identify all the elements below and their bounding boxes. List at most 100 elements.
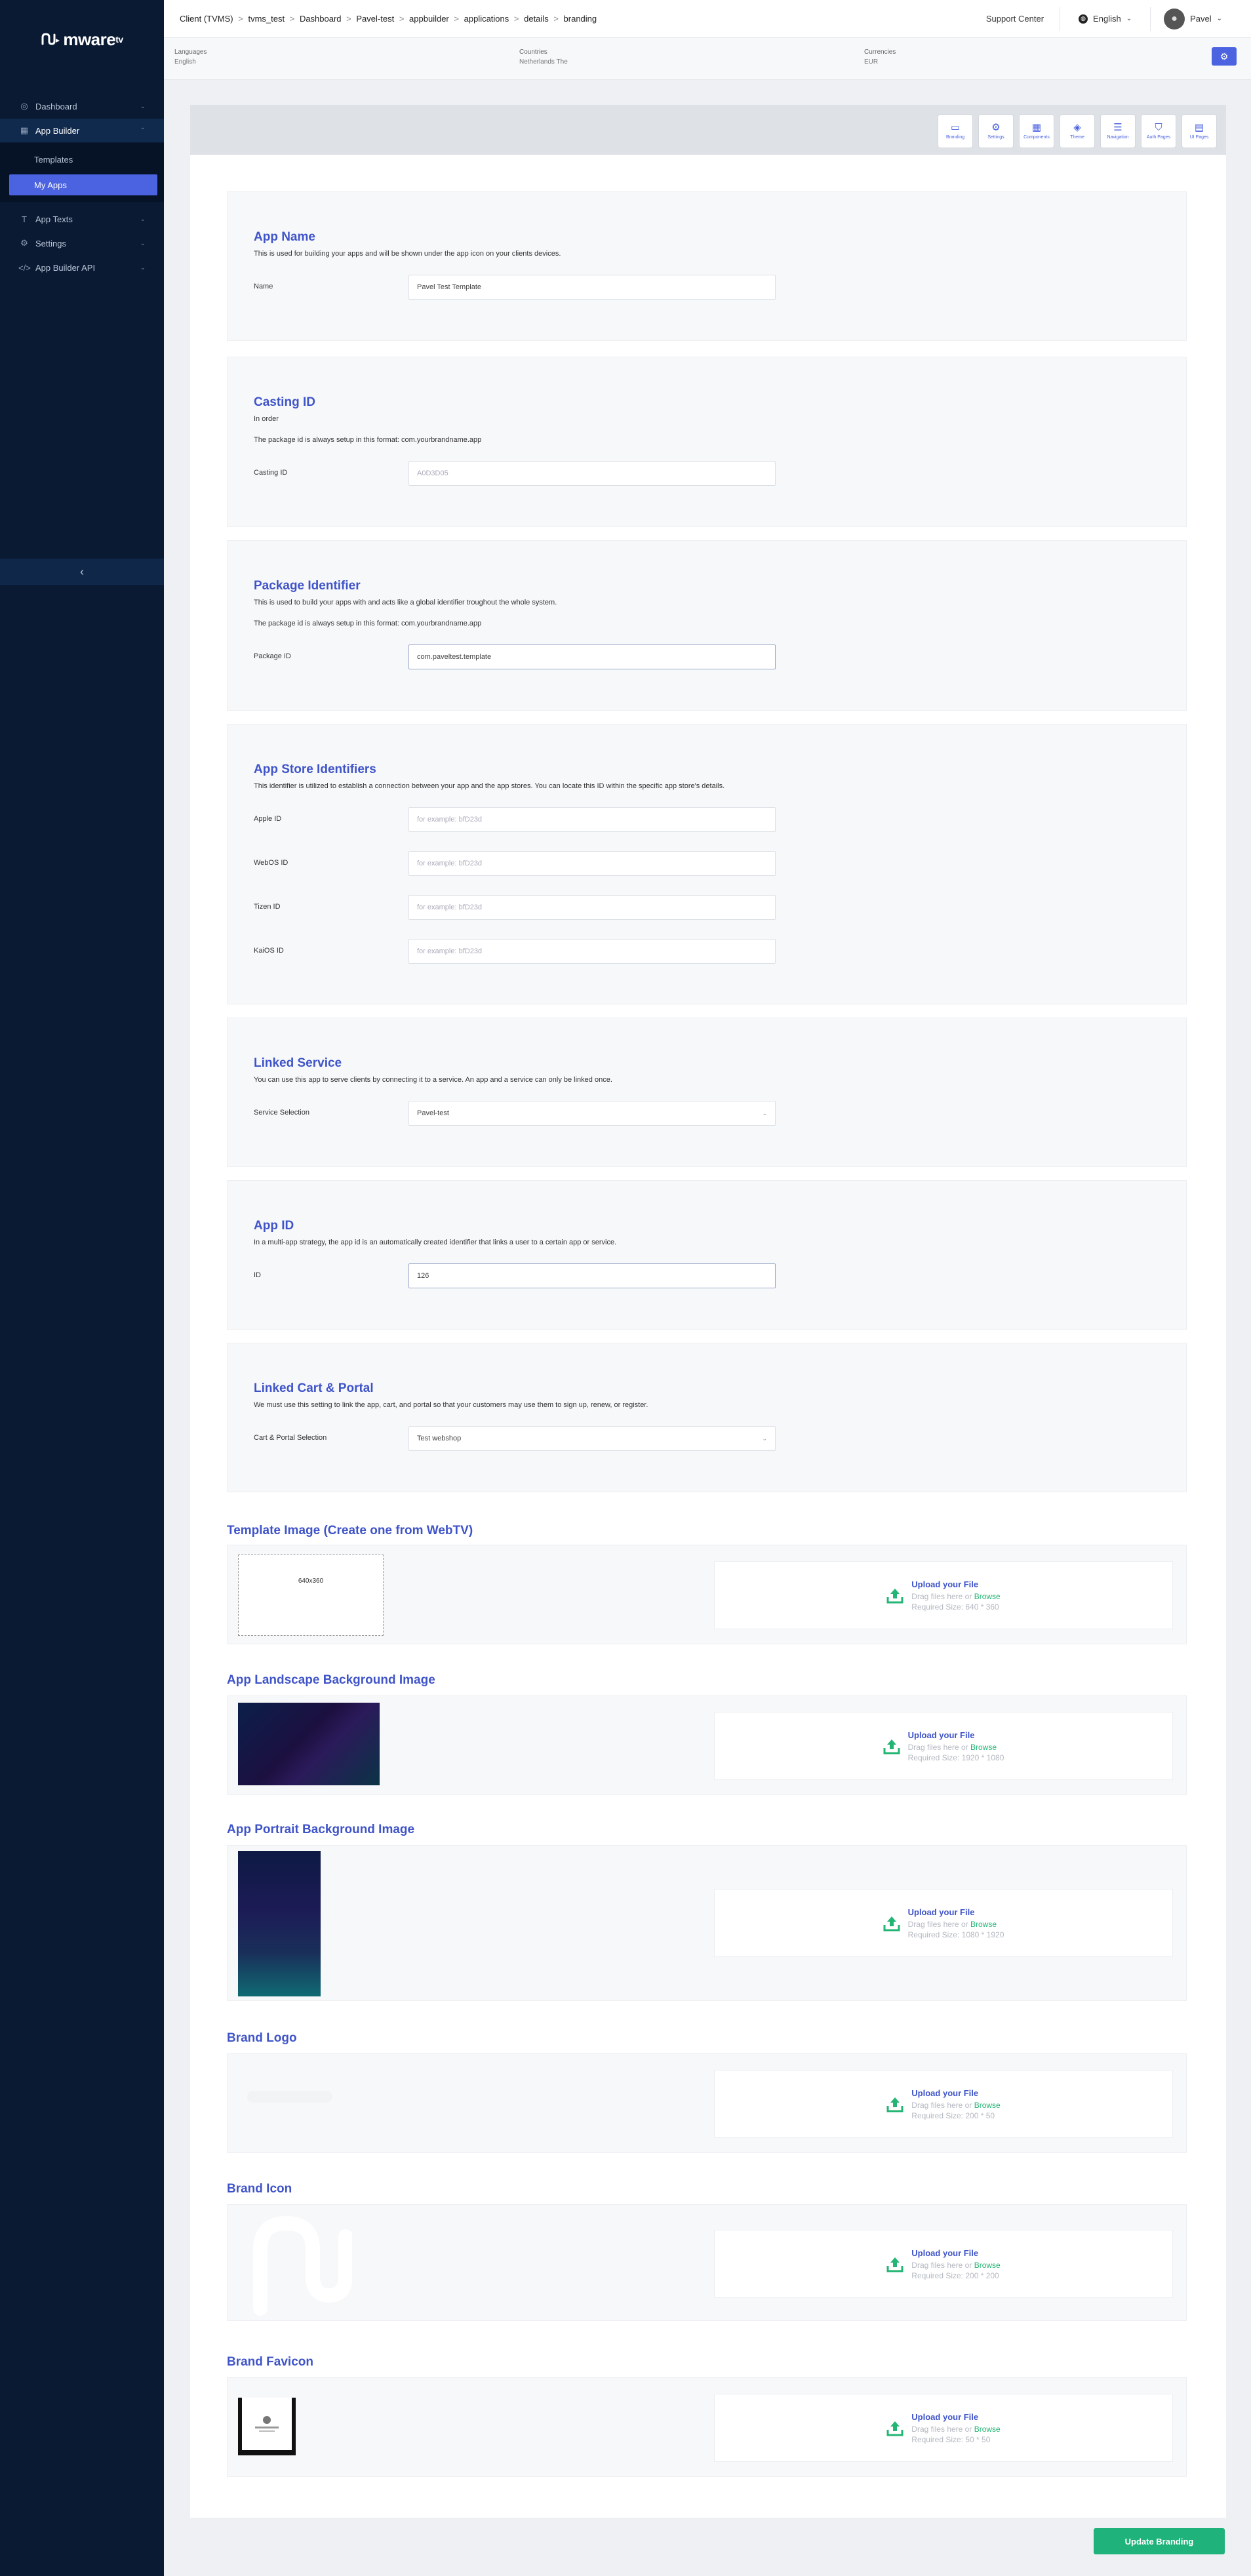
app-id-section: App ID In a multi-app strategy, the app … <box>227 1180 1187 1330</box>
chevron-up-icon: ⌃ <box>140 127 146 134</box>
kaios-id-input[interactable]: for example: bfD23d <box>408 939 776 964</box>
app-name-input[interactable]: Pavel Test Template <box>408 275 776 300</box>
landscape-image-title: App Landscape Background Image <box>227 1673 435 1687</box>
chevron-down-icon: ⌄ <box>140 264 146 271</box>
sidebar-collapse-button[interactable]: ‹ <box>0 559 164 585</box>
tab-components[interactable]: ▦ Components <box>1019 114 1054 148</box>
sidebar-item-app-builder[interactable]: ▦ App Builder ⌃ <box>0 119 164 142</box>
breadcrumb-item[interactable]: Client (TVMS) <box>180 14 233 24</box>
layout-icon: ▤ <box>1194 122 1204 133</box>
field-label: Apple ID <box>254 815 282 823</box>
brand-icon-row: Upload your File Drag files here or Brow… <box>227 2204 1187 2321</box>
user-menu[interactable]: ● Pavel ⌄ <box>1151 8 1235 30</box>
brand-favicon-preview <box>238 2398 296 2455</box>
service-selection-dropdown[interactable]: Pavel-test ⌄ <box>408 1101 776 1126</box>
chevron-down-icon: ⌄ <box>762 1435 767 1442</box>
app-id-input[interactable]: 126 <box>408 1263 776 1288</box>
field-label: KaiOS ID <box>254 947 284 955</box>
package-id-input[interactable]: com.paveltest.template <box>408 644 776 669</box>
logo-mark-icon <box>41 33 60 45</box>
brand-logo-uploader[interactable]: Upload your File Drag files here or Brow… <box>714 2070 1173 2138</box>
breadcrumb-item[interactable]: Dashboard <box>300 14 342 24</box>
sidebar-item-app-builder-api[interactable]: </> App Builder API ⌄ <box>0 256 164 279</box>
brand-suffix: tv <box>115 34 123 45</box>
drag-text: Drag files here or <box>907 1742 968 1752</box>
user-name: Pavel <box>1190 14 1212 24</box>
template-image-uploader[interactable]: Upload your File Drag files here or Brow… <box>714 1561 1173 1629</box>
grid-icon: ▦ <box>1031 122 1042 133</box>
sidebar-item-templates[interactable]: Templates <box>0 148 164 170</box>
required-size: Required Size: 50 * 50 <box>911 2434 991 2444</box>
sidebar-item-app-texts[interactable]: T App Texts ⌄ <box>0 207 164 231</box>
tab-label: Auth Pages <box>1146 135 1171 140</box>
upload-title: Upload your File <box>907 1730 975 1740</box>
webos-id-input[interactable]: for example: bfD23d <box>408 851 776 876</box>
landscape-image-row: Upload your File Drag files here or Brow… <box>227 1695 1187 1795</box>
section-title: Linked Service <box>254 1056 342 1070</box>
section-title: Package Identifier <box>254 579 361 593</box>
top-bar: Client (TVMS) > tvms_test > Dashboard > … <box>164 0 1251 38</box>
tab-label: UI Pages <box>1189 135 1209 140</box>
tab-label: Theme <box>1070 135 1084 140</box>
code-icon: </> <box>18 262 31 273</box>
dashboard-icon: ◎ <box>20 101 28 111</box>
sidebar-item-settings[interactable]: ⚙ Settings ⌄ <box>0 231 164 255</box>
casting-id-input[interactable]: A0D3D05 <box>408 461 776 486</box>
placeholder-label: 640x360 <box>298 1577 324 1585</box>
brand-icon-uploader[interactable]: Upload your File Drag files here or Brow… <box>714 2230 1173 2298</box>
section-description: This is used for building your apps and … <box>254 250 561 258</box>
browse-link[interactable]: Browse <box>974 2101 1001 2110</box>
linked-cart-portal-section: Linked Cart & Portal We must use this se… <box>227 1343 1187 1492</box>
browse-link[interactable]: Browse <box>970 1920 997 1929</box>
tab-ui-pages[interactable]: ▤ UI Pages <box>1182 114 1217 148</box>
tab-navigation[interactable]: ☰ Navigation <box>1100 114 1136 148</box>
portrait-image-uploader[interactable]: Upload your File Drag files here or Brow… <box>714 1889 1173 1957</box>
app-store-identifiers-section: App Store Identifiers This identifier is… <box>227 724 1187 1004</box>
tab-auth-pages[interactable]: ⛉ Auth Pages <box>1141 114 1176 148</box>
template-image-row: 640x360 Upload your File Drag files here… <box>227 1545 1187 1644</box>
section-title: Linked Cart & Portal <box>254 1381 374 1395</box>
upload-icon <box>883 1914 900 1932</box>
breadcrumb-item[interactable]: appbuilder <box>409 14 449 24</box>
sidebar-item-my-apps[interactable]: My Apps <box>9 174 157 195</box>
sidebar-item-dashboard[interactable]: ◎ Dashboard ⌄ <box>0 94 164 118</box>
breadcrumb-item: branding <box>563 14 597 24</box>
brand-favicon-uploader[interactable]: Upload your File Drag files here or Brow… <box>714 2394 1173 2462</box>
section-title: App Name <box>254 230 315 244</box>
section-description: This is used to build your apps with and… <box>254 599 557 606</box>
grid-icon: ▦ <box>20 125 29 135</box>
breadcrumb-item[interactable]: tvms_test <box>248 14 285 24</box>
landscape-image-uploader[interactable]: Upload your File Drag files here or Brow… <box>714 1712 1173 1780</box>
tab-theme[interactable]: ◈ Theme <box>1060 114 1095 148</box>
drag-text: Drag files here or <box>911 2424 972 2434</box>
chevron-left-icon: ‹ <box>80 565 84 578</box>
settings-button[interactable]: ⚙ <box>1212 47 1237 66</box>
apple-id-input[interactable]: for example: bfD23d <box>408 807 776 832</box>
breadcrumb-separator: > <box>553 14 559 24</box>
service-info-bar: Languages English Countries Netherlands … <box>164 38 1251 80</box>
breadcrumb-item[interactable]: details <box>524 14 549 24</box>
required-size: Required Size: 640 * 360 <box>911 1602 999 1612</box>
tizen-id-input[interactable]: for example: bfD23d <box>408 895 776 920</box>
browse-link[interactable]: Browse <box>974 1592 1001 1601</box>
update-branding-button[interactable]: Update Branding <box>1094 2528 1225 2554</box>
browse-link[interactable]: Browse <box>974 2261 1001 2270</box>
support-center-link[interactable]: Support Center <box>970 7 1061 31</box>
tab-settings[interactable]: ⚙ Settings <box>978 114 1014 148</box>
brand-logo[interactable]: mware tv <box>0 0 164 79</box>
brand-logo-title: Brand Logo <box>227 2031 297 2045</box>
tab-branding[interactable]: ▭ Branding <box>938 114 973 148</box>
shield-icon: ⛉ <box>1155 122 1162 133</box>
sidebar-item-label: My Apps <box>34 180 67 190</box>
language-selector[interactable]: ◍ English ⌄ <box>1060 7 1151 31</box>
browse-link[interactable]: Browse <box>974 2425 1001 2434</box>
browse-link[interactable]: Browse <box>970 1743 997 1752</box>
section-title: App Store Identifiers <box>254 763 376 776</box>
breadcrumb-item[interactable]: Pavel-test <box>356 14 394 24</box>
tab-label: Navigation <box>1107 135 1129 140</box>
selected-value: Test webshop <box>417 1435 462 1442</box>
breadcrumb-item[interactable]: applications <box>464 14 509 24</box>
chevron-down-icon: ⌄ <box>140 102 146 110</box>
section-description: In order <box>254 415 279 423</box>
cart-portal-selection-dropdown[interactable]: Test webshop ⌄ <box>408 1426 776 1451</box>
